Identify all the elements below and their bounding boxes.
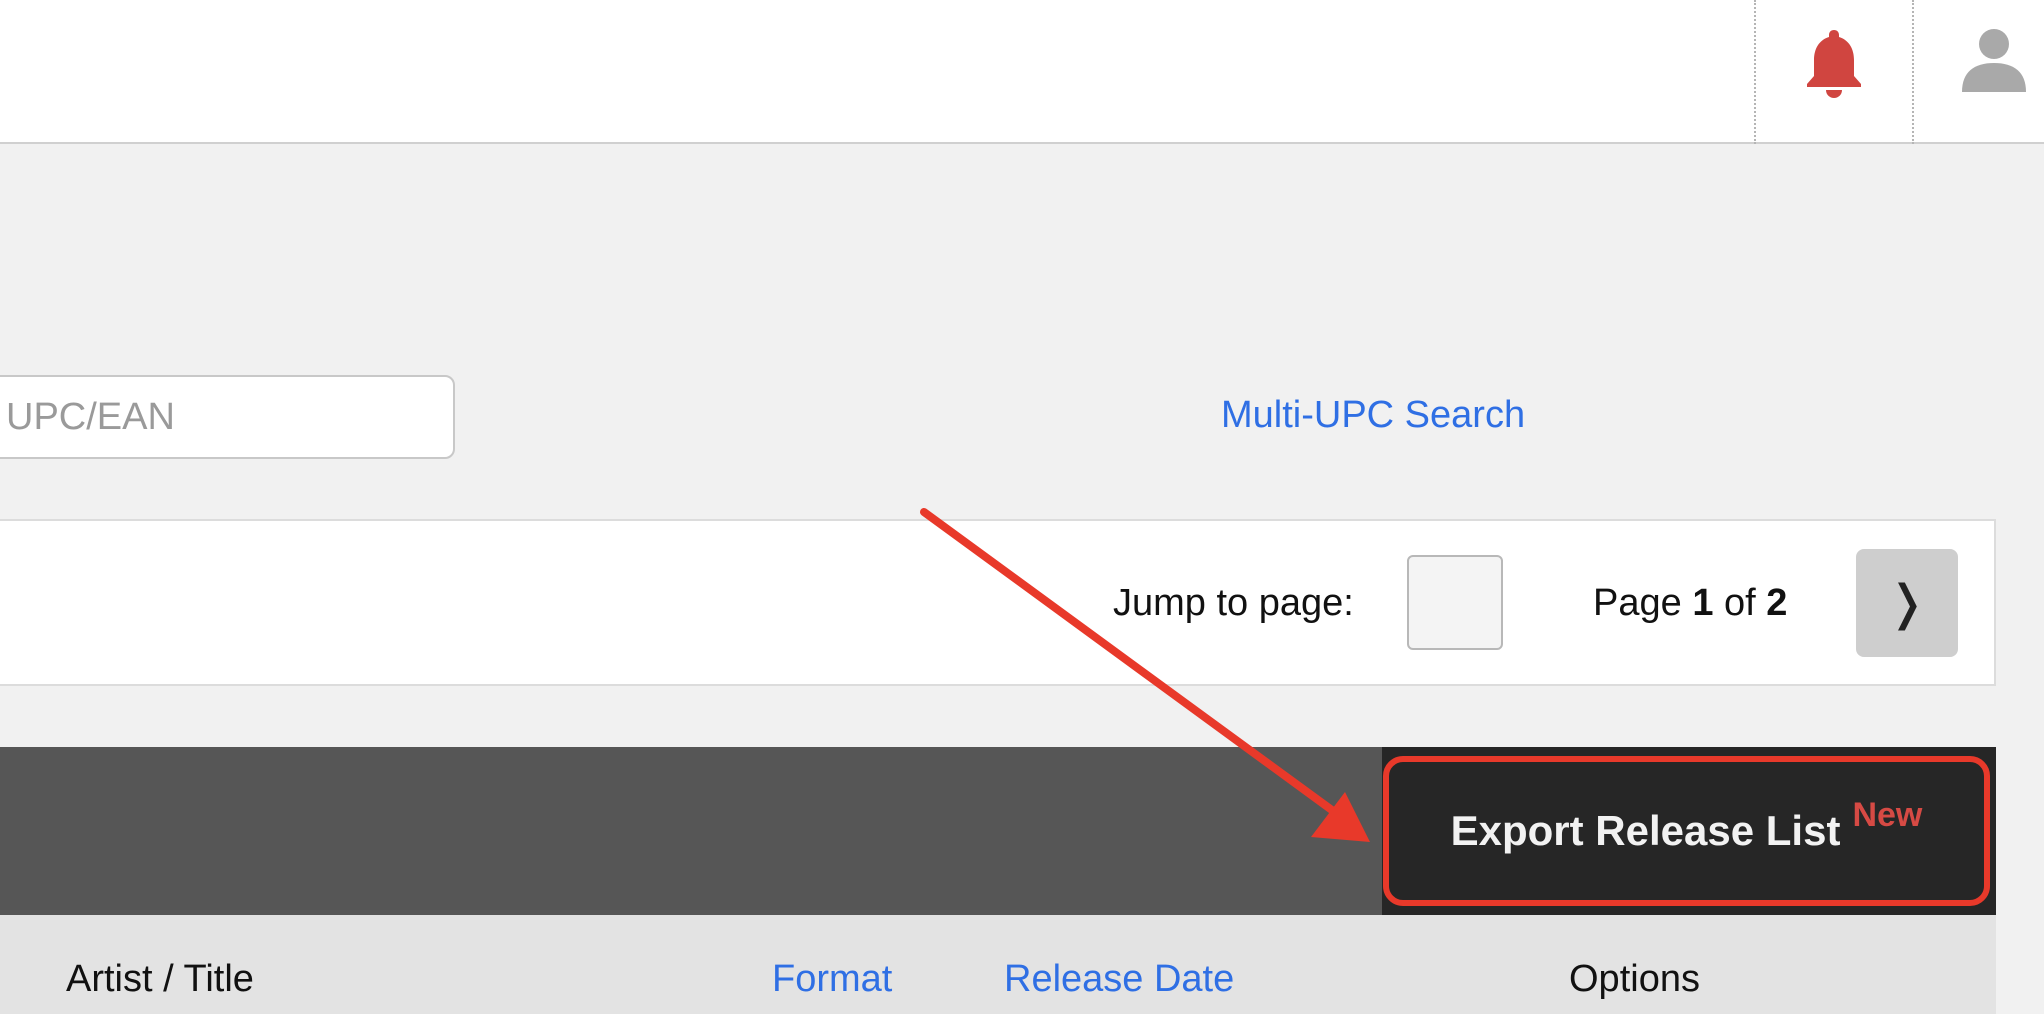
next-page-button[interactable]: ❭ [1856, 549, 1958, 657]
column-header-format[interactable]: Format [772, 958, 892, 1001]
header-divider [1754, 0, 1756, 144]
jump-to-page-input[interactable] [1407, 555, 1503, 650]
export-release-list-button[interactable]: Export Release List New [1383, 756, 1990, 906]
column-header-artist-title: Artist / Title [66, 958, 254, 1000]
column-header-options: Options [1569, 958, 1700, 1000]
chevron-right-icon: ❭ [1886, 577, 1928, 630]
bell-icon[interactable] [1804, 28, 1864, 98]
multi-upc-search-link[interactable]: Multi-UPC Search [1221, 394, 1525, 437]
user-icon[interactable] [1960, 26, 2028, 92]
upc-search-input[interactable] [0, 375, 455, 459]
header-divider [1912, 0, 1914, 144]
column-header-release-date[interactable]: Release Date [1004, 958, 1234, 1001]
page-indicator: Page 1 of 2 [1593, 582, 1787, 625]
current-page: 1 [1692, 582, 1714, 624]
page-of: of [1724, 582, 1756, 624]
new-badge: New [1852, 795, 1923, 834]
export-label: Export Release List [1450, 807, 1841, 854]
top-header-bar [0, 0, 2044, 144]
page-prefix: Page [1593, 582, 1682, 624]
jump-to-page-label: Jump to page: [1113, 582, 1354, 624]
total-pages: 2 [1766, 582, 1788, 624]
